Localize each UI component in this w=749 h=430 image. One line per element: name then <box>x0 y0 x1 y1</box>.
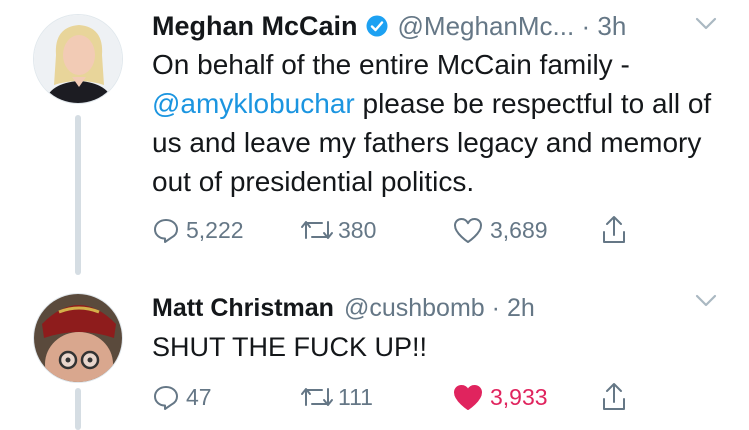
heart-icon <box>454 218 482 243</box>
tweet-actions: 47 111 3,933 <box>0 377 749 417</box>
reply-button[interactable]: 5,222 <box>152 210 244 250</box>
author-handle[interactable]: @cushbomb <box>344 294 485 323</box>
retweet-count: 380 <box>338 216 377 243</box>
tweet-text: SHUT THE FUCK UP!! <box>152 332 428 362</box>
tweet-header: Matt Christman @cushbomb · 2h <box>152 288 535 328</box>
separator: · <box>491 293 500 322</box>
timestamp[interactable]: 3h <box>597 11 626 42</box>
tweet-text-line1: On behalf of the entire McCain family - <box>152 49 630 80</box>
like-button[interactable]: 3,689 <box>452 210 548 250</box>
retweet-count: 111 <box>338 383 373 410</box>
thread-line <box>75 115 81 275</box>
avatar[interactable] <box>33 293 123 383</box>
tweet-matt-christman[interactable]: Matt Christman @cushbomb · 2h SHUT THE F… <box>0 270 749 430</box>
share-button[interactable] <box>600 210 628 250</box>
share-button[interactable] <box>600 377 628 417</box>
share-icon <box>603 383 625 410</box>
tweet-actions: 5,222 380 3,689 <box>0 210 749 250</box>
retweet-icon <box>301 221 333 239</box>
retweet-button[interactable]: 111 <box>298 377 373 417</box>
tweet-header: Meghan McCain @MeghanMc... · 3h <box>152 6 626 46</box>
chevron-down-icon[interactable] <box>693 292 719 310</box>
like-count: 3,933 <box>490 383 548 410</box>
tweet-text: On behalf of the entire McCain family - … <box>152 45 732 201</box>
author-name[interactable]: Meghan McCain <box>152 11 358 42</box>
verified-badge-icon <box>366 15 388 37</box>
chevron-down-icon[interactable] <box>693 15 719 33</box>
separator: · <box>581 10 591 41</box>
retweet-button[interactable]: 380 <box>298 210 376 250</box>
reply-button[interactable]: 47 <box>152 377 212 417</box>
reply-count: 5,222 <box>186 216 244 243</box>
heart-icon <box>454 385 482 410</box>
reply-icon <box>154 386 178 410</box>
retweet-icon <box>301 388 333 406</box>
author-handle[interactable]: @MeghanMc... <box>398 11 575 42</box>
author-name[interactable]: Matt Christman <box>152 294 334 323</box>
tweet-meghan-mccain[interactable]: Meghan McCain @MeghanMc... · 3h On behal… <box>0 0 749 275</box>
avatar[interactable] <box>33 14 123 104</box>
reply-count: 47 <box>186 383 212 410</box>
share-icon <box>603 216 625 243</box>
reply-icon <box>154 219 178 243</box>
like-button[interactable]: 3,933 <box>452 377 548 417</box>
timestamp[interactable]: 2h <box>507 294 535 323</box>
like-count: 3,689 <box>490 216 548 243</box>
mention-link[interactable]: @amyklobuchar <box>152 88 355 119</box>
